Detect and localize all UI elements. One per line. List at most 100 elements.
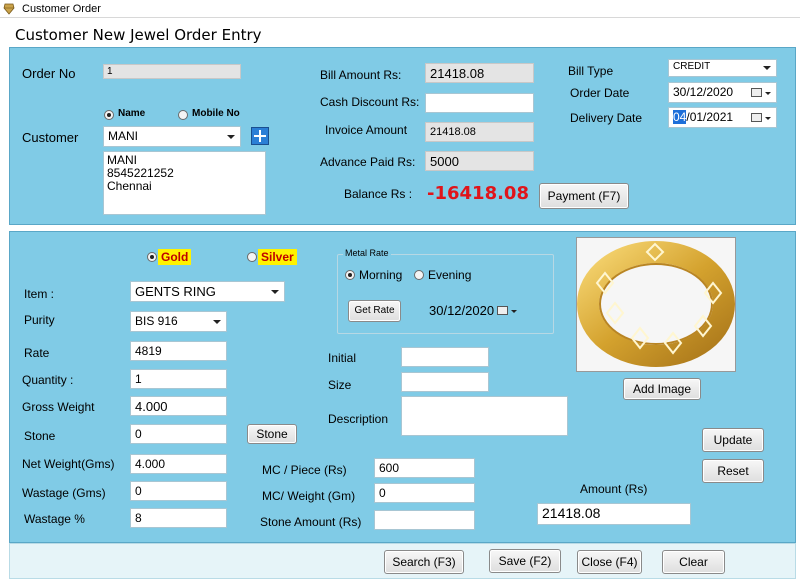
page-title: Customer New Jewel Order Entry xyxy=(15,26,262,44)
bill-type-value: CREDIT xyxy=(673,61,711,72)
size-field[interactable] xyxy=(401,372,489,392)
order-no-field[interactable]: 1 xyxy=(103,64,241,79)
silver-radio[interactable] xyxy=(247,252,257,262)
cash-discount-label: Cash Discount Rs: xyxy=(320,95,420,109)
delivery-date-picker[interactable]: 04/01/2021 xyxy=(668,107,777,128)
page-header: Customer New Jewel Order Entry xyxy=(0,18,800,48)
description-field[interactable] xyxy=(401,396,568,436)
search-button[interactable]: Search (F3) xyxy=(384,550,464,574)
balance-value: -16418.08 xyxy=(427,183,529,204)
dropdown-arrow-icon xyxy=(227,135,235,139)
calendar-icon xyxy=(497,306,508,315)
mc-piece-label: MC / Piece (Rs) xyxy=(262,463,347,477)
rate-date-picker[interactable]: 30/12/2020 xyxy=(425,298,523,322)
window-titlebar: Customer Order xyxy=(0,0,800,18)
customer-label: Customer xyxy=(22,130,79,145)
search-by-mobile-label: Mobile No xyxy=(192,108,240,119)
gold-radio[interactable] xyxy=(147,252,157,262)
initial-label: Initial xyxy=(328,351,357,365)
rate-label: Rate xyxy=(24,346,50,360)
reset-button[interactable]: Reset xyxy=(702,459,764,483)
item-select[interactable]: GENTS RING xyxy=(130,281,285,302)
wastage-gms-field[interactable]: 0 xyxy=(130,481,227,501)
item-select-value: GENTS RING xyxy=(135,284,216,299)
silver-label: Silver xyxy=(258,249,297,265)
search-by-name-radio[interactable] xyxy=(104,110,114,120)
bill-type-select[interactable]: CREDIT xyxy=(668,59,777,77)
stone-amount-field[interactable] xyxy=(374,510,475,530)
description-label: Description xyxy=(328,412,389,426)
dropdown-arrow-icon xyxy=(763,66,771,70)
calendar-icon xyxy=(751,113,762,122)
search-by-name-label: Name xyxy=(118,108,146,119)
add-image-button[interactable]: Add Image xyxy=(623,378,701,400)
quantity-field[interactable]: 1 xyxy=(130,369,227,389)
evening-label: Evening xyxy=(428,268,472,282)
initial-field[interactable] xyxy=(401,347,489,367)
amount-field[interactable]: 21418.08 xyxy=(537,503,691,525)
invoice-amount-label: Invoice Amount xyxy=(325,123,408,137)
customer-select[interactable]: MANI xyxy=(103,126,241,147)
morning-radio[interactable] xyxy=(345,270,355,280)
cash-discount-field[interactable] xyxy=(425,93,534,113)
mc-weight-label: MC/ Weight (Gm) xyxy=(262,489,356,503)
window-title: Customer Order xyxy=(22,3,101,15)
get-rate-button[interactable]: Get Rate xyxy=(348,300,401,322)
size-label: Size xyxy=(328,378,352,392)
customer-select-value: MANI xyxy=(108,129,138,143)
bill-type-label: Bill Type xyxy=(568,64,614,78)
order-no-label: Order No xyxy=(22,66,76,81)
wastage-pct-field[interactable]: 8 xyxy=(130,508,227,528)
order-date-label: Order Date xyxy=(570,86,630,100)
morning-label: Morning xyxy=(359,268,403,282)
net-weight-field[interactable]: 4.000 xyxy=(130,454,227,474)
dropdown-arrow-icon xyxy=(765,117,771,120)
dropdown-arrow-icon xyxy=(765,92,771,95)
search-by-mobile-radio[interactable] xyxy=(178,110,188,120)
rate-field[interactable]: 4819 xyxy=(130,341,227,361)
app-icon xyxy=(3,3,15,15)
stone-field[interactable]: 0 xyxy=(130,424,227,444)
dropdown-arrow-icon xyxy=(271,290,279,294)
invoice-amount-field[interactable]: 21418.08 xyxy=(425,122,534,142)
mc-weight-field[interactable]: 0 xyxy=(374,483,475,503)
advance-paid-label: Advance Paid Rs: xyxy=(320,155,416,169)
metal-rate-group xyxy=(337,254,554,334)
save-button[interactable]: Save (F2) xyxy=(489,549,561,573)
payment-button[interactable]: Payment (F7) xyxy=(539,183,629,209)
gold-label: Gold xyxy=(158,249,192,265)
purity-select[interactable]: BIS 916 xyxy=(130,311,227,332)
add-customer-plus-icon[interactable] xyxy=(251,127,269,145)
customer-address-box[interactable]: MANI 8545221252 Chennai xyxy=(103,151,266,215)
stone-button[interactable]: Stone xyxy=(247,424,297,444)
net-weight-label: Net Weight(Gms) xyxy=(22,457,115,471)
delivery-date-rest: /01/2021 xyxy=(686,110,734,124)
balance-label: Balance Rs : xyxy=(344,187,413,201)
bill-amount-label: Bill Amount Rs: xyxy=(320,68,402,82)
close-button[interactable]: Close (F4) xyxy=(577,550,642,574)
gross-weight-label: Gross Weight xyxy=(22,400,95,414)
metal-rate-title: Metal Rate xyxy=(343,248,391,258)
product-image-frame xyxy=(576,237,736,372)
wastage-pct-label: Wastage % xyxy=(24,512,85,526)
mc-piece-field[interactable]: 600 xyxy=(374,458,475,478)
amount-label: Amount (Rs) xyxy=(580,482,648,496)
update-button[interactable]: Update xyxy=(702,428,764,452)
calendar-icon xyxy=(751,88,762,97)
wastage-gms-label: Wastage (Gms) xyxy=(22,486,106,500)
evening-radio[interactable] xyxy=(414,270,424,280)
purity-label: Purity xyxy=(24,313,55,327)
advance-paid-field[interactable]: 5000 xyxy=(425,151,534,171)
address-line: Chennai xyxy=(107,179,152,193)
purity-select-value: BIS 916 xyxy=(135,314,178,328)
order-date-value: 30/12/2020 xyxy=(673,85,734,99)
quantity-label: Quantity : xyxy=(22,373,74,387)
delivery-date-day: 04 xyxy=(673,110,687,124)
bill-amount-field[interactable]: 21418.08 xyxy=(425,63,534,83)
order-date-picker[interactable]: 30/12/2020 xyxy=(668,82,777,103)
delivery-date-label: Delivery Date xyxy=(570,111,643,125)
clear-button[interactable]: Clear xyxy=(662,550,725,574)
dropdown-arrow-icon xyxy=(511,310,517,313)
gross-weight-field[interactable]: 4.000 xyxy=(130,396,227,416)
item-label: Item : xyxy=(24,287,55,301)
